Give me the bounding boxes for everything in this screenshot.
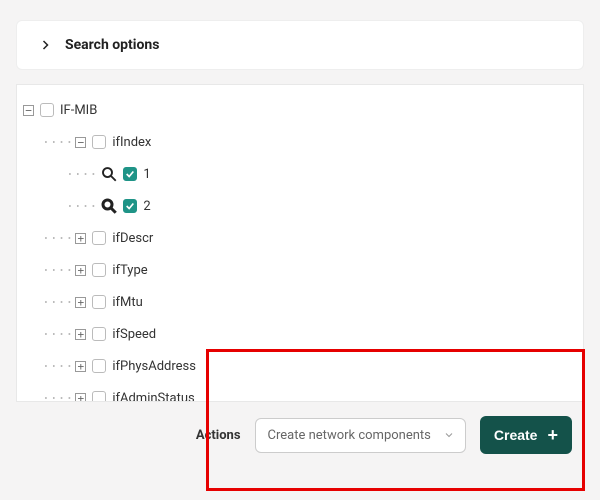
mib-tree[interactable]: − IF-MIB .... − ifIndex .... 1 .... bbox=[16, 84, 584, 402]
expand-icon[interactable]: + bbox=[75, 297, 86, 308]
tree-node-ifadminstatus[interactable]: .... + ifAdminStatus bbox=[21, 385, 581, 402]
plus-icon: + bbox=[547, 426, 558, 444]
expand-icon[interactable]: + bbox=[75, 361, 86, 372]
checkbox-ifdescr[interactable] bbox=[92, 231, 106, 245]
tree-connector: .... bbox=[66, 196, 97, 211]
tree-node-iftype[interactable]: .... + ifType bbox=[21, 257, 581, 283]
tree-connector: .... bbox=[42, 228, 73, 243]
search-options-label: Search options bbox=[65, 37, 159, 53]
check-icon bbox=[125, 169, 135, 179]
tree-leaf-label: 2 bbox=[143, 199, 150, 214]
expand-icon[interactable]: + bbox=[75, 329, 86, 340]
tree-connector: .... bbox=[42, 356, 73, 371]
tree-node-ifspeed[interactable]: .... + ifSpeed bbox=[21, 321, 581, 347]
tree-connector: .... bbox=[42, 388, 73, 403]
tree-node-ifmtu[interactable]: .... + ifMtu bbox=[21, 289, 581, 315]
expand-icon[interactable]: + bbox=[75, 233, 86, 244]
tree-node-ifdescr[interactable]: .... + ifDescr bbox=[21, 225, 581, 251]
checkbox-iftype[interactable] bbox=[92, 263, 106, 277]
tree-node-label: ifIndex bbox=[112, 135, 151, 150]
chevron-down-icon bbox=[443, 429, 455, 441]
tree-connector: .... bbox=[42, 260, 73, 275]
actions-select-value: Create network components bbox=[268, 428, 431, 443]
tree-node-label: ifSpeed bbox=[112, 327, 156, 342]
tree-connector: .... bbox=[42, 324, 73, 339]
checkbox-ifspeed[interactable] bbox=[92, 327, 106, 341]
create-button[interactable]: Create + bbox=[480, 416, 572, 454]
expand-icon[interactable]: + bbox=[75, 265, 86, 276]
tree-connector: .... bbox=[66, 164, 97, 179]
create-button-label: Create bbox=[494, 427, 538, 443]
tree-leaf-label: 1 bbox=[143, 167, 150, 182]
actions-select[interactable]: Create network components bbox=[255, 418, 466, 453]
expand-icon[interactable]: + bbox=[75, 393, 86, 403]
tree-node-ifindex[interactable]: .... − ifIndex bbox=[21, 129, 581, 155]
search-icon[interactable] bbox=[99, 164, 119, 184]
tree-node-root[interactable]: − IF-MIB bbox=[21, 97, 581, 123]
checkbox-leaf-1[interactable] bbox=[123, 167, 137, 181]
checkbox-ifphysaddress[interactable] bbox=[92, 359, 106, 373]
collapse-icon[interactable]: − bbox=[75, 137, 86, 148]
actions-label: Actions bbox=[196, 428, 241, 443]
checkbox-ifadminstatus[interactable] bbox=[92, 391, 106, 402]
tree-connector: .... bbox=[42, 132, 73, 147]
tree-node-label: ifDescr bbox=[112, 231, 153, 246]
tree-node-label: IF-MIB bbox=[60, 103, 97, 118]
tree-node-ifphysaddress[interactable]: .... + ifPhysAddress bbox=[21, 353, 581, 379]
checkbox-leaf-2[interactable] bbox=[123, 199, 137, 213]
tree-connector: .... bbox=[42, 292, 73, 307]
chevron-right-icon bbox=[39, 39, 51, 51]
tree-leaf[interactable]: .... 1 bbox=[21, 161, 581, 187]
checkbox-ifindex[interactable] bbox=[92, 135, 106, 149]
tree-node-label: ifType bbox=[112, 263, 147, 278]
checkbox-root[interactable] bbox=[40, 103, 54, 117]
check-icon bbox=[125, 201, 135, 211]
actions-bar: Actions Create network components Create… bbox=[16, 402, 584, 470]
search-icon[interactable] bbox=[99, 196, 119, 216]
tree-leaf[interactable]: .... 2 bbox=[21, 193, 581, 219]
checkbox-ifmtu[interactable] bbox=[92, 295, 106, 309]
collapse-icon[interactable]: − bbox=[23, 105, 34, 116]
tree-node-label: ifMtu bbox=[112, 295, 142, 310]
tree-node-label: ifPhysAddress bbox=[112, 359, 196, 374]
search-options-panel[interactable]: Search options bbox=[16, 20, 584, 70]
tree-node-label: ifAdminStatus bbox=[112, 391, 194, 403]
